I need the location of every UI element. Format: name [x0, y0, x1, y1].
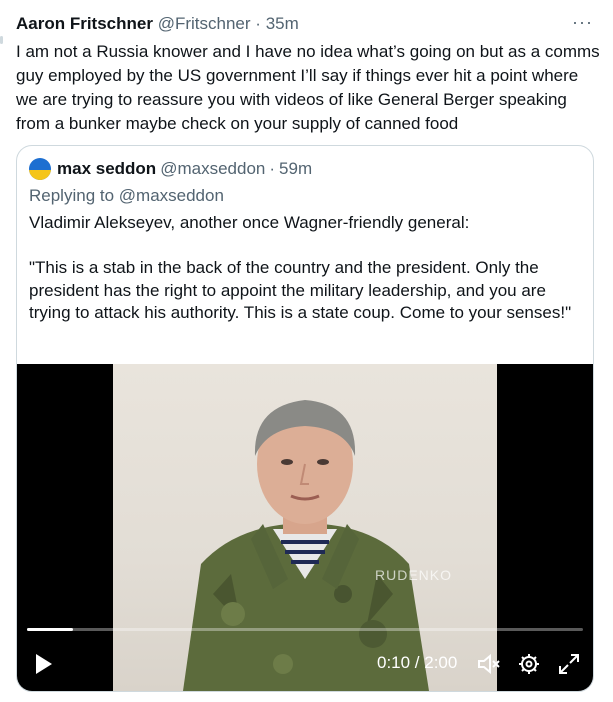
thread-rail	[0, 0, 4, 702]
quoted-author-name[interactable]: max seddon	[57, 159, 156, 179]
video-progress-fill	[27, 628, 74, 631]
quoted-separator: ·	[269, 159, 276, 178]
mute-icon[interactable]	[476, 652, 502, 676]
video-timecode: 0:10 / 2:00	[377, 653, 458, 672]
tweet-text: I am not a Russia knower and I have no i…	[16, 42, 600, 133]
video-frame[interactable]: RUDENKO	[113, 364, 497, 691]
play-icon[interactable]	[33, 652, 55, 676]
more-options-icon[interactable]: ···	[572, 12, 593, 33]
avatar[interactable]	[29, 158, 51, 180]
tweet[interactable]: Aaron Fritschner @Fritschner · 35m ··· I…	[0, 0, 613, 702]
video-progress-bar[interactable]	[27, 628, 583, 631]
video-controls: 0:10 / 2:00	[17, 644, 593, 684]
settings-icon[interactable]	[517, 652, 541, 676]
fullscreen-icon[interactable]	[557, 652, 581, 676]
quoted-time[interactable]: 59m	[279, 159, 312, 179]
speaker-image	[183, 400, 429, 691]
quoted-author-handle[interactable]: @maxseddon	[160, 159, 265, 179]
quoted-header: max seddon @maxseddon · 59m	[29, 158, 312, 180]
rail-marker	[0, 36, 3, 44]
video-watermark: RUDENKO	[375, 567, 453, 583]
quoted-text: Vladimir Alekseyev, another once Wagner-…	[29, 213, 572, 322]
header-separator: ·	[255, 14, 261, 33]
quoted-tweet[interactable]: max seddon @maxseddon · 59m Replying to …	[16, 145, 594, 692]
tweet-time[interactable]: 35m	[266, 14, 299, 33]
author-name[interactable]: Aaron Fritschner	[16, 14, 153, 33]
tweet-header: Aaron Fritschner @Fritschner · 35m	[16, 14, 299, 34]
author-handle[interactable]: @Fritschner	[158, 14, 251, 33]
replying-to[interactable]: Replying to @maxseddon	[29, 186, 224, 206]
video-player[interactable]: RUDENKO 0:10 / 2:00	[17, 364, 593, 691]
